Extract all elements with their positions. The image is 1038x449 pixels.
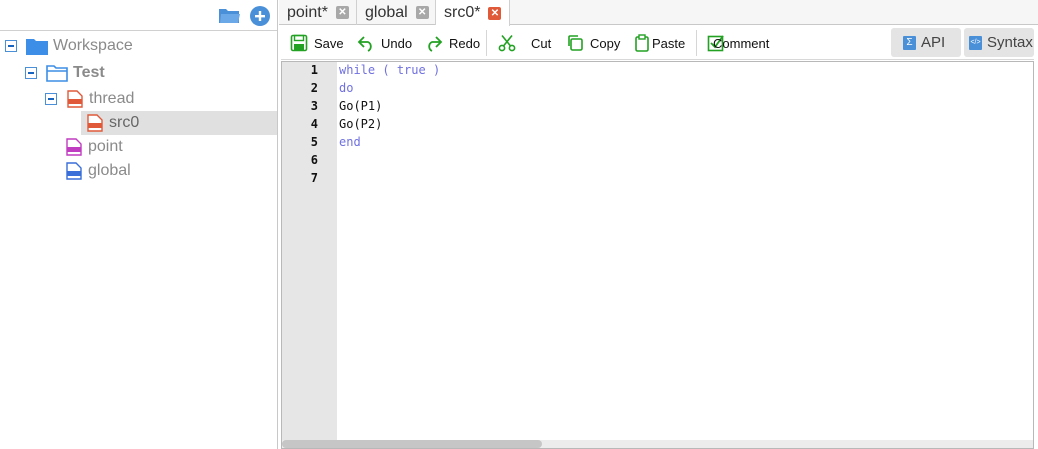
keyword-true: true [396,63,426,77]
horizontal-scrollbar[interactable] [282,440,1033,448]
cut-button[interactable]: Cut [498,32,551,54]
scissors-icon [498,34,516,52]
save-icon [290,34,308,52]
close-icon[interactable]: ✕ [488,6,502,20]
line-number: 7 [310,171,318,185]
tree-item-point[interactable]: point [65,135,123,159]
tab-src0[interactable]: src0* ✕ [436,0,510,26]
close-icon[interactable]: ✕ [335,6,349,19]
api-button[interactable]: Σ API [891,28,961,57]
api-label: API [921,34,946,51]
line-number: 1 [310,63,318,77]
file-icon [65,161,83,181]
line-number: 4 [310,117,318,131]
tree-label-point: point [88,138,123,155]
line-number: 6 [310,153,318,167]
tree-item-test[interactable]: Test [25,61,105,85]
syntax-button[interactable]: </> Syntax [964,28,1034,57]
editor-tabs: point* ✕ global ✕ src0* ✕ [279,0,1038,26]
code-line[interactable]: Go(P2) [339,117,382,131]
save-label: Save [314,35,344,51]
tree-label-test: Test [73,64,105,81]
redo-label: Redo [449,35,481,51]
close-icon[interactable]: ✕ [415,6,429,19]
toolbar-divider [696,30,697,56]
paste-button[interactable]: Paste [634,32,685,54]
redo-icon [428,36,443,52]
file-icon [86,113,104,133]
paste-icon [635,34,649,52]
tab-global[interactable]: global ✕ [357,0,436,25]
undo-button[interactable]: Undo [357,32,412,54]
toolbar-divider [486,30,487,56]
redo-button[interactable]: Redo [425,32,480,54]
copy-button[interactable]: Copy [566,32,620,54]
scrollbar-thumb[interactable] [282,440,542,448]
tab-label: global [365,3,408,21]
code-paren: ) [425,63,441,77]
collapse-icon[interactable] [45,93,57,105]
folder-icon [26,36,48,56]
code-line[interactable]: end [339,135,361,149]
collapse-icon[interactable] [5,40,17,52]
tree-item-workspace[interactable]: Workspace [5,34,133,58]
add-icon[interactable] [249,5,271,27]
code-line[interactable]: do [339,81,353,95]
code-paren: ( [375,63,397,77]
tab-point[interactable]: point* ✕ [279,0,357,25]
tab-label: point* [287,3,328,21]
undo-label: Undo [381,35,413,51]
line-number: 3 [310,99,318,113]
cut-label: Cut [531,35,552,51]
tree-item-src0[interactable]: src0 [86,111,139,135]
tree-label-src0: src0 [109,114,140,131]
collapse-icon[interactable] [25,67,37,79]
tree-toolbar [0,0,277,31]
comment-label: Comment [713,35,770,51]
tree-item-thread[interactable]: thread [45,87,134,111]
keyword-while: while [339,63,376,77]
undo-icon [357,36,372,52]
syntax-label: Syntax [987,34,1033,51]
sigma-icon: Σ [903,35,916,50]
editor-toolbar: Save Undo Redo Cut Copy Paste Comment Σ … [281,26,1034,60]
code-icon: </> [969,35,982,50]
file-icon [66,89,84,109]
tab-label: src0* [444,4,481,21]
project-tree-panel: Workspace Test thread src0 point global [0,0,278,449]
copy-label: Copy [590,35,621,51]
copy-icon [568,35,583,51]
save-button[interactable]: Save [290,32,344,54]
paste-label: Paste [652,35,686,51]
tree-label-thread: thread [89,90,135,107]
tree-item-global[interactable]: global [65,159,131,183]
tree-label-workspace: Workspace [53,37,133,54]
folder-open-icon [46,63,68,83]
tree-label-global: global [88,162,131,179]
code-editor[interactable]: 1 2 3 4 5 6 7 while ( true ) do Go(P1) G… [281,61,1034,449]
code-line[interactable]: while ( true ) [339,63,440,77]
code-line[interactable]: Go(P1) [339,99,382,113]
open-folder-icon[interactable] [218,5,241,25]
line-number: 5 [310,135,318,149]
line-number-gutter: 1 2 3 4 5 6 7 [282,62,337,448]
comment-button[interactable]: Comment [707,32,769,54]
file-icon [65,137,83,157]
line-number: 2 [310,81,318,95]
